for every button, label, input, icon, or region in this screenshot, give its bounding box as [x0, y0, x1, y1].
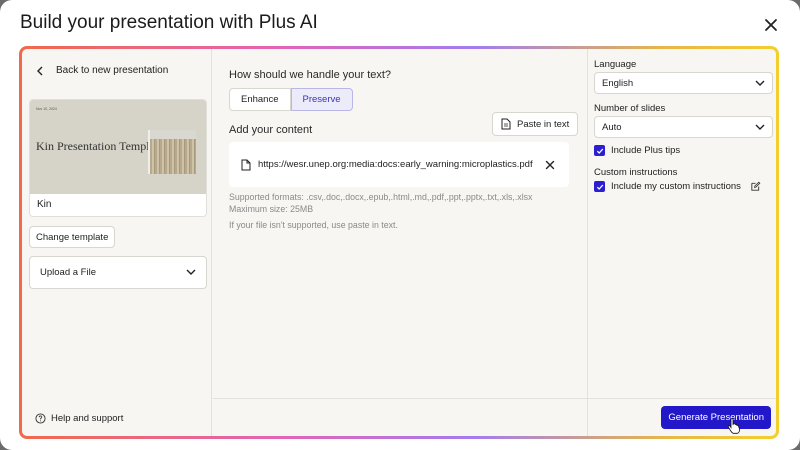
upload-source-select[interactable]: Upload a File — [29, 256, 207, 289]
plus-tips-option: Include Plus tips — [594, 145, 680, 156]
modal-title: Build your presentation with Plus AI — [20, 12, 318, 33]
language-select[interactable]: English — [594, 72, 773, 94]
slides-value: Auto — [602, 121, 622, 133]
help-link[interactable]: Help and support — [35, 413, 123, 424]
supported-formats: Supported formats: .csv,.doc,.docx,.epub… — [229, 192, 533, 202]
fallback-hint: If your file isn't supported, use paste … — [229, 220, 398, 230]
custom-instructions-checkbox[interactable] — [594, 181, 605, 192]
change-template-button[interactable]: Change template — [29, 226, 116, 248]
plus-tips-label: Include Plus tips — [611, 145, 681, 156]
check-icon — [596, 184, 603, 190]
custom-instructions-label: Custom instructions — [594, 167, 678, 178]
chevron-down-icon — [755, 80, 765, 86]
thumb-photo-sky — [150, 130, 196, 139]
template-thumbnail: Nov 10, 2024 Kin Presentation Template — [30, 100, 206, 194]
presentation-modal: Build your presentation with Plus AI Bac… — [0, 0, 800, 450]
close-icon[interactable] — [760, 14, 782, 36]
paste-text-button[interactable]: Paste in text — [492, 112, 579, 136]
modal-footer: Generate Presentation — [213, 398, 776, 436]
max-size: Maximum size: 25MB — [229, 204, 314, 214]
slides-label: Number of slides — [594, 103, 666, 114]
generate-presentation-button[interactable]: Generate Presentation — [661, 406, 771, 429]
language-label: Language — [594, 59, 637, 70]
settings-panel: Language English Number of slides Auto I… — [587, 49, 776, 436]
thumb-date: Nov 10, 2024 — [36, 107, 57, 111]
document-icon — [501, 118, 511, 130]
content-panel: How should we handle your text? Enhance … — [213, 49, 587, 436]
remove-file-icon[interactable] — [543, 158, 557, 172]
text-handling-question: How should we handle your text? — [229, 69, 392, 81]
slides-select[interactable]: Auto — [594, 116, 773, 138]
language-value: English — [602, 77, 634, 89]
paste-label: Paste in text — [517, 118, 570, 130]
chevron-down-icon — [186, 269, 196, 275]
template-card[interactable]: Nov 10, 2024 Kin Presentation Template K… — [29, 99, 207, 217]
plus-tips-checkbox[interactable] — [594, 145, 605, 156]
chevron-down-icon — [755, 124, 765, 130]
upload-select-value: Upload a File — [40, 267, 96, 278]
file-icon — [241, 159, 251, 170]
custom-instructions-check-label: Include my custom instructions — [611, 181, 741, 192]
hand-cursor-icon — [727, 418, 740, 434]
thumb-title: Kin Presentation Template — [36, 139, 164, 153]
gradient-frame: Back to new presentation Nov 10, 2024 Ki… — [19, 46, 779, 439]
enhance-button[interactable]: Enhance — [229, 88, 291, 111]
uploaded-file: https://wesr.unep.org:media:docs:early_w… — [229, 142, 569, 187]
custom-instructions-option: Include my custom instructions — [594, 181, 761, 192]
check-icon — [596, 148, 603, 154]
left-panel: Back to new presentation Nov 10, 2024 Ki… — [22, 49, 212, 436]
chevron-left-icon — [37, 66, 43, 75]
template-name: Kin — [37, 199, 52, 210]
help-label: Help and support — [51, 413, 124, 424]
back-label: Back to new presentation — [56, 65, 169, 76]
help-icon — [35, 413, 46, 424]
edit-icon[interactable] — [750, 181, 761, 192]
text-mode-toggle: Enhance Preserve — [229, 88, 353, 111]
back-button[interactable]: Back to new presentation — [36, 65, 168, 76]
preserve-button[interactable]: Preserve — [290, 88, 353, 111]
modal-body: Back to new presentation Nov 10, 2024 Ki… — [22, 49, 776, 436]
add-content-heading: Add your content — [229, 124, 313, 136]
file-url: https://wesr.unep.org:media:docs:early_w… — [258, 159, 533, 170]
